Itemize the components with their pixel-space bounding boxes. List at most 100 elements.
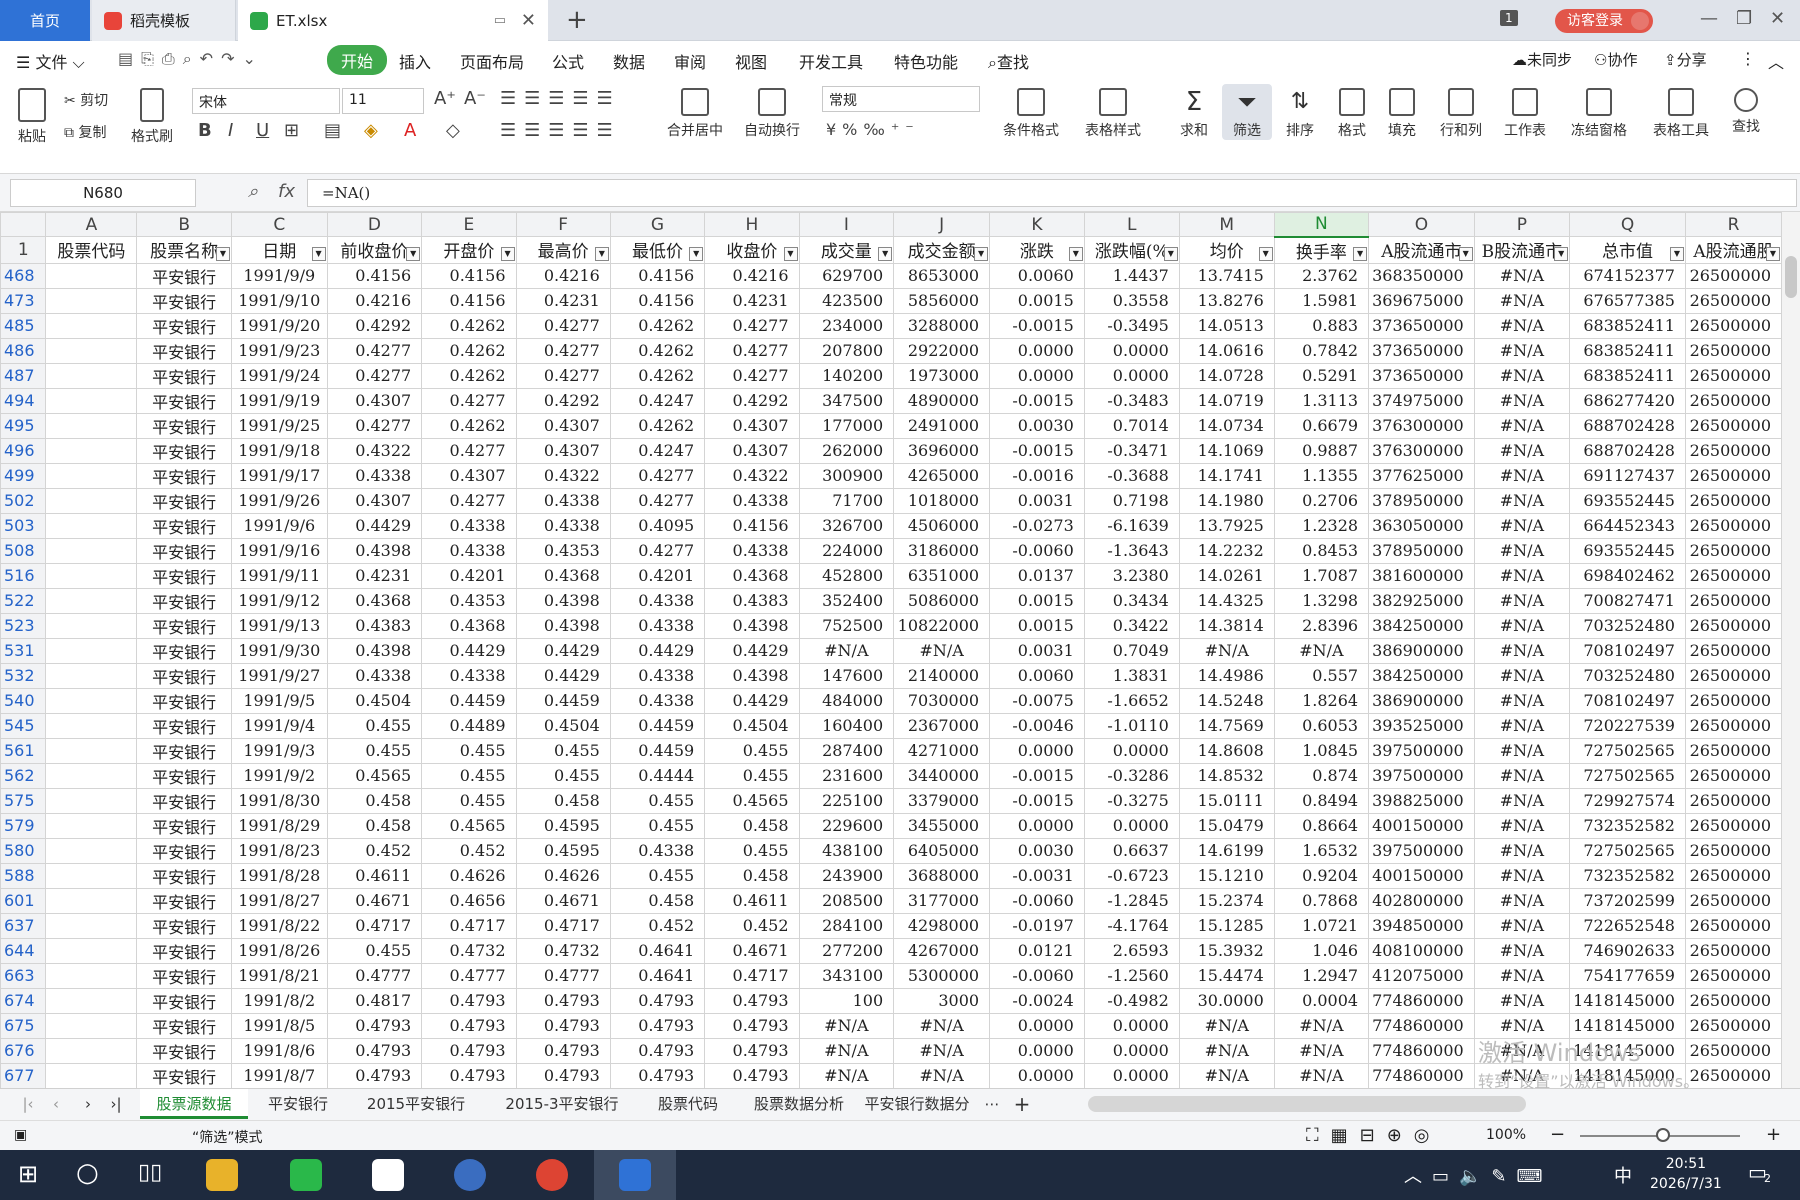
border-icon[interactable]: ⊞: [284, 120, 299, 141]
cell[interactable]: 0.4793: [421, 1012, 517, 1039]
cell[interactable]: 0.0000: [1083, 337, 1180, 364]
number-format-select[interactable]: 常规: [822, 86, 980, 112]
row-header[interactable]: 637: [0, 912, 47, 939]
cell[interactable]: 1991/9/13: [231, 612, 328, 639]
cell[interactable]: 0.4338: [609, 687, 706, 714]
column-header-H[interactable]: H: [704, 212, 800, 237]
column-header-C[interactable]: C: [231, 212, 328, 237]
column-header-A[interactable]: A: [45, 212, 138, 237]
cell[interactable]: 752500: [798, 612, 895, 639]
filter-dropdown-icon[interactable]: ▼: [1353, 246, 1368, 261]
column-header-P[interactable]: P: [1473, 212, 1571, 237]
cell[interactable]: 1991/9/5: [231, 687, 328, 714]
cell[interactable]: 0.3558: [1083, 287, 1180, 314]
cell[interactable]: 1991/8/26: [231, 937, 328, 964]
cell[interactable]: 26500000: [1684, 462, 1782, 489]
cell[interactable]: -0.0060: [989, 887, 1085, 914]
cell[interactable]: 平安银行: [136, 662, 232, 689]
cell[interactable]: #N/A: [1473, 312, 1571, 339]
cell[interactable]: 0.4307: [515, 437, 611, 464]
cell[interactable]: 0.4277: [326, 362, 423, 389]
row-header[interactable]: 468: [0, 262, 47, 289]
cell[interactable]: #N/A: [1473, 1012, 1571, 1039]
cell[interactable]: 0.4793: [515, 1037, 611, 1064]
cell[interactable]: 0.4793: [515, 1062, 611, 1088]
cell[interactable]: 720227539: [1569, 712, 1686, 739]
cell[interactable]: 277200: [798, 937, 895, 964]
tab-docer[interactable]: 稻壳模板: [92, 0, 236, 41]
cell[interactable]: 14.0513: [1178, 312, 1275, 339]
app-globe-icon[interactable]: [454, 1159, 486, 1191]
next-sheet-icon[interactable]: ›: [76, 1089, 100, 1119]
cell[interactable]: [45, 887, 138, 914]
cell[interactable]: 0.4156: [421, 287, 517, 314]
cell[interactable]: 737202599: [1569, 887, 1686, 914]
search-taskbar-icon[interactable]: ○: [76, 1158, 99, 1188]
cell[interactable]: 0.4732: [515, 937, 611, 964]
cell[interactable]: #N/A: [1178, 1012, 1275, 1039]
zoom-out-icon[interactable]: −: [1550, 1124, 1565, 1145]
cell[interactable]: 平安银行: [136, 937, 232, 964]
cell[interactable]: 0.4817: [326, 987, 423, 1014]
cell[interactable]: 0.455: [704, 837, 800, 864]
cell[interactable]: 400150000: [1368, 862, 1475, 889]
cell[interactable]: 1991/9/30: [231, 637, 328, 664]
column-header-F[interactable]: F: [515, 212, 611, 237]
cell[interactable]: 1991/9/27: [231, 662, 328, 689]
cell[interactable]: 26500000: [1684, 587, 1782, 614]
header-cell[interactable]: 成交量 ▼: [798, 236, 895, 264]
cell[interactable]: -0.0015: [989, 762, 1085, 789]
cell[interactable]: 4271000: [893, 737, 991, 764]
cell[interactable]: 0.0015: [989, 287, 1085, 314]
cell[interactable]: -0.0015: [989, 437, 1085, 464]
cell[interactable]: 0.4216: [326, 287, 423, 314]
cell[interactable]: 0.4292: [704, 387, 800, 414]
cell[interactable]: 15.4474: [1178, 962, 1275, 989]
cell[interactable]: 0.452: [421, 837, 517, 864]
cell[interactable]: 2.3762: [1273, 262, 1370, 289]
cell[interactable]: -0.3495: [1083, 312, 1180, 339]
cell[interactable]: 0.0000: [1083, 362, 1180, 389]
grow-font-icon[interactable]: A⁺: [434, 88, 456, 109]
cell[interactable]: [45, 562, 138, 589]
cell[interactable]: 0.4277: [326, 412, 423, 439]
cell[interactable]: 1.7087: [1273, 562, 1370, 589]
cell[interactable]: 平安银行: [136, 462, 232, 489]
cell[interactable]: 26500000: [1684, 612, 1782, 639]
cell[interactable]: 0.0031: [989, 487, 1085, 514]
wps-docer-icon[interactable]: [372, 1159, 404, 1191]
cell[interactable]: 26500000: [1684, 287, 1782, 314]
cell[interactable]: #N/A: [1473, 687, 1571, 714]
cell[interactable]: 0.4398: [515, 612, 611, 639]
cell[interactable]: 0.4429: [704, 687, 800, 714]
cell[interactable]: 26500000: [1684, 512, 1782, 539]
cell[interactable]: 14.1741: [1178, 462, 1275, 489]
cell[interactable]: 4265000: [893, 462, 991, 489]
column-header-M[interactable]: M: [1178, 212, 1275, 237]
cell[interactable]: 平安银行: [136, 337, 232, 364]
filter-dropdown-icon[interactable]: ▼: [1163, 246, 1178, 261]
cell[interactable]: 平安银行: [136, 637, 232, 664]
cell[interactable]: 平安银行: [136, 787, 232, 814]
cell[interactable]: 1991/8/27: [231, 887, 328, 914]
cell[interactable]: 1418145000: [1569, 987, 1686, 1014]
cell[interactable]: #N/A: [1178, 1037, 1275, 1064]
cell[interactable]: 26500000: [1684, 687, 1782, 714]
cell[interactable]: 0.4398: [704, 612, 800, 639]
cell[interactable]: 0.4793: [704, 1062, 800, 1088]
cell[interactable]: 14.5248: [1178, 687, 1275, 714]
cell[interactable]: 平安银行: [136, 312, 232, 339]
cell[interactable]: 1991/9/26: [231, 487, 328, 514]
cell[interactable]: 0.0000: [989, 737, 1085, 764]
cell[interactable]: 224000: [798, 537, 895, 564]
cell[interactable]: 0.0000: [989, 337, 1085, 364]
cell[interactable]: 26500000: [1684, 962, 1782, 989]
row-col-button[interactable]: 行和列: [1432, 88, 1490, 140]
filter-dropdown-icon[interactable]: ▼: [783, 246, 798, 261]
cell[interactable]: 231600: [798, 762, 895, 789]
cell[interactable]: 629700: [798, 262, 895, 289]
row-header[interactable]: 676: [0, 1037, 47, 1064]
cell[interactable]: 3177000: [893, 887, 991, 914]
cell[interactable]: 0.4156: [609, 287, 706, 314]
row-header[interactable]: 494: [0, 387, 47, 414]
